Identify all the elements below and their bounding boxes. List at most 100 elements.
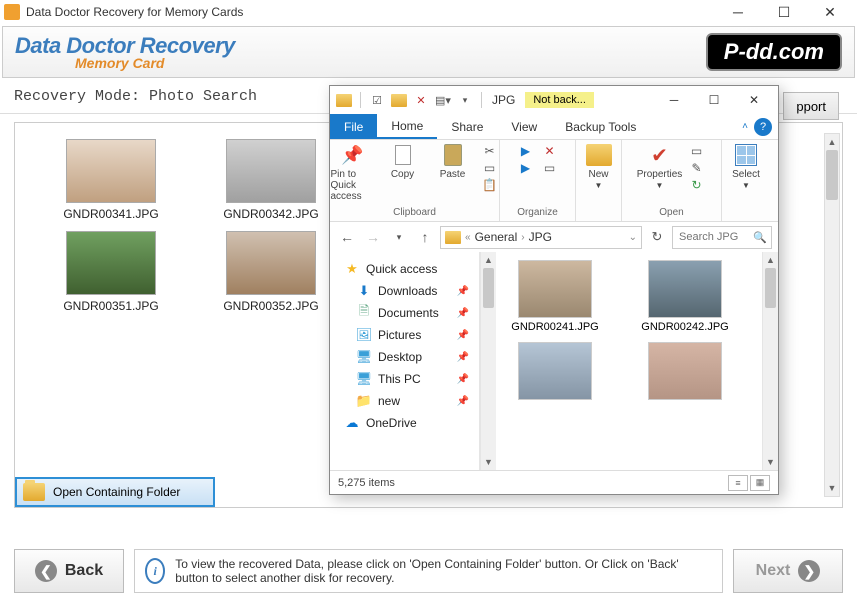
scroll-up-icon[interactable]: ▲ — [825, 134, 839, 150]
scroll-up-icon[interactable]: ▲ — [763, 252, 778, 268]
pin-icon: 📌 — [457, 286, 469, 297]
backup-status-tag[interactable]: Not back... — [525, 92, 594, 108]
item-count: 5,275 items — [338, 477, 395, 489]
details-view-button[interactable]: ≡ — [728, 475, 748, 491]
ribbon-collapse-icon[interactable]: ˄ — [742, 121, 748, 132]
file-item[interactable]: GNDR00241.JPG — [500, 260, 610, 334]
brand-logo: P-dd.com — [706, 33, 842, 71]
chevron-down-icon[interactable]: ⌄ — [629, 232, 637, 243]
photo-thumb-icon — [226, 139, 316, 203]
files-scrollbar[interactable]: ▲ ▼ — [762, 252, 778, 470]
explorer-body: ★Quick access ⬇Downloads📌 🗎Documents📌 🖼P… — [330, 252, 778, 470]
support-button[interactable]: pport — [783, 92, 839, 120]
photo-thumb-icon — [66, 139, 156, 203]
footer: ❮ Back i To view the recovered Data, ple… — [14, 548, 843, 594]
help-icon[interactable]: ? — [754, 118, 772, 136]
tree-scrollbar[interactable]: ▲ ▼ — [480, 252, 496, 470]
file-item[interactable]: GNDR00242.JPG — [630, 260, 740, 334]
copy-button[interactable]: Copy — [381, 142, 425, 180]
nav-up-button[interactable]: ↑ — [414, 226, 436, 248]
ribbon-tabs: File Home Share View Backup Tools ˄ ? — [330, 114, 778, 140]
explorer-title: JPG — [492, 93, 515, 107]
qat-folder-icon[interactable] — [334, 90, 354, 110]
nav-tree: ★Quick access ⬇Downloads📌 🗎Documents📌 🖼P… — [330, 252, 480, 470]
refresh-button[interactable]: ↻ — [646, 226, 668, 248]
search-box[interactable]: 🔍 — [672, 226, 772, 249]
maximize-button[interactable]: ☐ — [761, 0, 807, 24]
tab-home[interactable]: Home — [377, 114, 437, 139]
paste-shortcut-icon[interactable]: 📋 — [481, 178, 499, 192]
explorer-close-button[interactable]: ✕ — [734, 88, 774, 112]
scroll-thumb[interactable] — [765, 268, 776, 308]
file-item[interactable] — [630, 342, 740, 403]
history-icon[interactable]: ↻ — [688, 178, 706, 192]
properties-button[interactable]: ✔Properties▼ — [638, 142, 682, 190]
header-banner: Data Doctor Recovery Memory Card P-dd.co… — [2, 26, 855, 78]
move-to-icon[interactable]: ▶ — [517, 144, 535, 158]
tab-file[interactable]: File — [330, 114, 377, 139]
tree-new[interactable]: 📁new📌 — [334, 390, 475, 412]
scroll-down-icon[interactable]: ▼ — [825, 480, 839, 496]
file-item[interactable] — [500, 342, 610, 403]
next-button[interactable]: Next ❯ — [733, 549, 843, 593]
scroll-thumb[interactable] — [483, 268, 494, 308]
paste-button[interactable]: Paste — [431, 142, 475, 180]
scroll-up-icon[interactable]: ▲ — [481, 252, 496, 268]
cut-icon[interactable]: ✂ — [481, 144, 499, 158]
copy-to-icon[interactable]: ▶ — [517, 161, 535, 175]
tab-view[interactable]: View — [497, 114, 551, 139]
tree-downloads[interactable]: ⬇Downloads📌 — [334, 280, 475, 302]
rename-icon[interactable]: ▭ — [541, 161, 559, 175]
thumbnail-item[interactable]: GNDR00341.JPG — [51, 139, 171, 221]
explorer-maximize-button[interactable]: ☐ — [694, 88, 734, 112]
scrollbar[interactable]: ▲ ▼ — [824, 133, 840, 497]
photo-thumb-icon — [518, 260, 592, 318]
thumbnail-item[interactable]: GNDR00351.JPG — [51, 231, 171, 313]
explorer-titlebar: ☑ ✕ ▤▾ ▾ JPG Not back... ─ ☐ ✕ — [330, 86, 778, 114]
thumbnails-view-button[interactable]: ▦ — [750, 475, 770, 491]
ribbon-group-open: Open — [659, 206, 683, 219]
minimize-button[interactable]: ─ — [715, 0, 761, 24]
tree-onedrive[interactable]: ☁OneDrive — [334, 412, 475, 434]
breadcrumb[interactable]: General — [475, 230, 518, 244]
search-input[interactable] — [679, 231, 749, 243]
explorer-minimize-button[interactable]: ─ — [654, 88, 694, 112]
select-button[interactable]: Select▼ — [724, 142, 768, 190]
qat-properties-icon[interactable]: ☑ — [367, 90, 387, 110]
delete-icon[interactable]: ✕ — [541, 144, 559, 158]
tree-quick-access[interactable]: ★Quick access — [334, 258, 475, 280]
open-containing-folder-button[interactable]: Open Containing Folder — [15, 477, 215, 507]
desktop-icon: 🖥 — [356, 349, 372, 365]
tree-documents[interactable]: 🗎Documents📌 — [334, 302, 475, 324]
breadcrumb[interactable]: JPG — [529, 230, 552, 244]
pin-icon: 📌 — [339, 142, 367, 168]
nav-forward-button[interactable]: → — [362, 226, 384, 248]
tree-pictures[interactable]: 🖼Pictures📌 — [334, 324, 475, 346]
pin-to-quick-access-button[interactable]: 📌Pin to Quick access — [331, 142, 375, 202]
qat-newfolder-icon[interactable] — [389, 90, 409, 110]
qat-rename-icon[interactable]: ▤▾ — [433, 90, 453, 110]
back-button[interactable]: ❮ Back — [14, 549, 124, 593]
qat-delete-icon[interactable]: ✕ — [411, 90, 431, 110]
copy-path-icon[interactable]: ▭ — [481, 161, 499, 175]
tab-share[interactable]: Share — [437, 114, 497, 139]
pin-icon: 📌 — [457, 308, 469, 319]
nav-back-button[interactable]: ← — [336, 226, 358, 248]
thumbnail-item[interactable]: GNDR00352.JPG — [211, 231, 331, 313]
tree-this-pc[interactable]: 🖥This PC📌 — [334, 368, 475, 390]
qat-customize-icon[interactable]: ▾ — [455, 90, 475, 110]
new-button[interactable]: New▼ — [577, 142, 621, 190]
scroll-thumb[interactable] — [826, 150, 838, 200]
close-button[interactable]: ✕ — [807, 0, 853, 24]
thumbnail-item[interactable]: GNDR00342.JPG — [211, 139, 331, 221]
scroll-down-icon[interactable]: ▼ — [481, 454, 496, 470]
open-icon[interactable]: ▭ — [688, 144, 706, 158]
edit-icon[interactable]: ✎ — [688, 161, 706, 175]
tab-backup-tools[interactable]: Backup Tools — [551, 114, 650, 139]
tree-desktop[interactable]: 🖥Desktop📌 — [334, 346, 475, 368]
scroll-down-icon[interactable]: ▼ — [763, 454, 778, 470]
new-folder-icon — [585, 142, 613, 168]
folder-icon — [445, 231, 461, 244]
nav-recent-icon[interactable]: ▾ — [388, 226, 410, 248]
address-bar[interactable]: « General › JPG ⌄ — [440, 226, 642, 249]
